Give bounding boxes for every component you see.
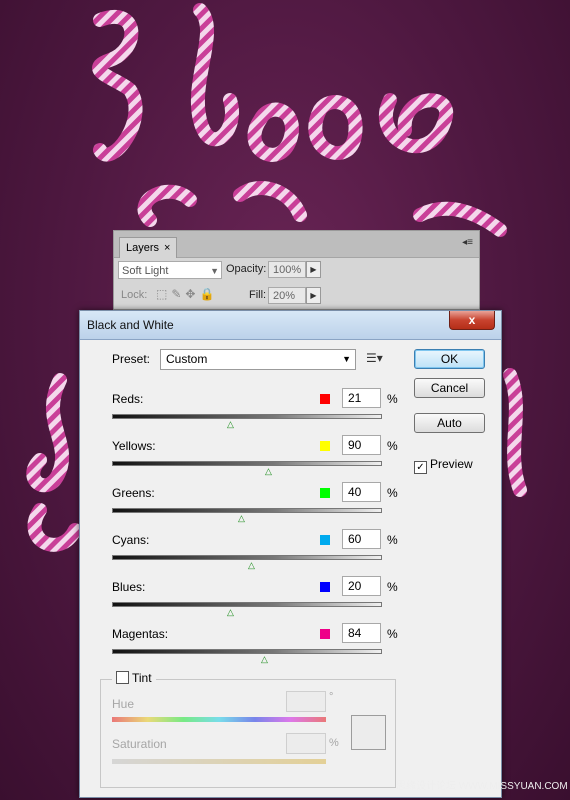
slider-value-field[interactable]: 20 — [342, 576, 381, 596]
panel-menu-icon[interactable]: ◂≡ — [462, 237, 473, 248]
chevron-down-icon: ▼ — [210, 266, 219, 276]
preview-label: Preview — [430, 457, 473, 471]
degree-sign: ° — [329, 691, 334, 703]
percent-sign: % — [387, 486, 398, 500]
preview-check-icon[interactable]: ✓ — [414, 461, 427, 474]
color-swatch — [320, 441, 330, 451]
percent-sign: % — [387, 627, 398, 641]
tint-checkbox[interactable]: Tint — [112, 671, 156, 685]
slider-value-field[interactable]: 60 — [342, 529, 381, 549]
saturation-field[interactable] — [286, 733, 326, 754]
tab-layers-label: Layers — [126, 242, 160, 254]
slider-thumb-icon[interactable]: △ — [227, 608, 234, 617]
layers-panel: Layers × ◂≡ Soft Light ▼ Opacity: 100% ▶ … — [113, 230, 480, 310]
color-swatch — [320, 629, 330, 639]
hue-field[interactable] — [286, 691, 326, 712]
slider-value-field[interactable]: 40 — [342, 482, 381, 502]
slider-value-field[interactable]: 90 — [342, 435, 381, 455]
slider-row: Magentas: 84% △ — [112, 623, 398, 667]
slider-row: Greens: 40% △ — [112, 482, 398, 526]
slider-thumb-icon[interactable]: △ — [248, 561, 255, 570]
preset-options-icon[interactable]: ☰▾ — [366, 351, 383, 365]
ok-button[interactable]: OK — [414, 349, 485, 369]
hue-slider-track[interactable] — [112, 717, 326, 722]
color-swatch — [320, 535, 330, 545]
color-swatch — [320, 394, 330, 404]
preview-checkbox[interactable]: ✓ Preview — [414, 457, 473, 474]
slider-track[interactable] — [112, 602, 382, 607]
fill-stepper-icon[interactable]: ▶ — [306, 287, 321, 304]
slider-track[interactable] — [112, 649, 382, 654]
slider-row: Reds: 21% △ — [112, 388, 398, 432]
lock-label: Lock: — [121, 289, 148, 301]
dialog-title: Black and White — [87, 318, 174, 332]
saturation-label: Saturation — [112, 737, 167, 751]
percent-sign: % — [387, 580, 398, 594]
blend-mode-select[interactable]: Soft Light ▼ — [118, 261, 222, 279]
opacity-stepper-icon[interactable]: ▶ — [306, 261, 321, 278]
slider-track[interactable] — [112, 461, 382, 466]
dialog-titlebar[interactable]: Black and White x — [80, 311, 501, 340]
fill-label: Fill: — [249, 289, 267, 301]
slider-thumb-icon[interactable]: △ — [238, 514, 245, 523]
slider-value-field[interactable]: 21 — [342, 388, 381, 408]
tab-layers[interactable]: Layers × — [119, 237, 178, 258]
opacity-field[interactable]: 100% — [268, 261, 306, 278]
saturation-percent: % — [329, 737, 339, 749]
black-and-white-dialog: Black and White x Preset: Custom ▼ ☰▾ OK… — [79, 310, 502, 798]
preset-select[interactable]: Custom ▼ — [160, 349, 356, 370]
opacity-label: Opacity: — [226, 263, 267, 275]
tint-label: Tint — [132, 671, 152, 685]
percent-sign: % — [387, 439, 398, 453]
percent-sign: % — [387, 533, 398, 547]
auto-button[interactable]: Auto — [414, 413, 485, 433]
close-button[interactable]: x — [449, 311, 495, 330]
color-swatch — [320, 582, 330, 592]
saturation-slider-track[interactable] — [112, 759, 326, 764]
slider-thumb-icon[interactable]: △ — [261, 655, 268, 664]
slider-value-field[interactable]: 84 — [342, 623, 381, 643]
tab-close-icon[interactable]: × — [164, 242, 170, 254]
blend-mode-value: Soft Light — [122, 265, 169, 277]
chevron-down-icon: ▼ — [342, 354, 351, 364]
percent-sign: % — [387, 392, 398, 406]
slider-label: Cyans: — [112, 533, 150, 547]
slider-row: Blues: 20% △ — [112, 576, 398, 620]
tint-color-swatch[interactable] — [351, 715, 386, 750]
slider-row: Cyans: 60% △ — [112, 529, 398, 573]
slider-row: Yellows: 90% △ — [112, 435, 398, 479]
fill-field[interactable]: 20% — [268, 287, 306, 304]
slider-thumb-icon[interactable]: △ — [227, 420, 234, 429]
slider-label: Yellows: — [112, 439, 156, 453]
preset-value: Custom — [166, 352, 208, 366]
cancel-button[interactable]: Cancel — [414, 378, 485, 398]
layers-tabbar: Layers × ◂≡ — [114, 231, 479, 258]
slider-label: Blues: — [112, 580, 146, 594]
slider-thumb-icon[interactable]: △ — [265, 467, 272, 476]
slider-track[interactable] — [112, 414, 382, 419]
watermark-text: 思缘设计论坛 WWW.MISSYUAN.COM — [396, 781, 568, 792]
dialog-body: Preset: Custom ▼ ☰▾ OK Cancel Auto ✓ Prev… — [86, 343, 495, 793]
lock-options-icons[interactable]: ⬚✎✥🔒 — [156, 287, 218, 301]
tint-check-icon[interactable] — [116, 671, 129, 684]
preset-label: Preset: — [112, 352, 151, 366]
slider-label: Greens: — [112, 486, 155, 500]
slider-label: Magentas: — [112, 627, 169, 641]
slider-track[interactable] — [112, 555, 382, 560]
color-swatch — [320, 488, 330, 498]
slider-label: Reds: — [112, 392, 144, 406]
slider-track[interactable] — [112, 508, 382, 513]
hue-label: Hue — [112, 697, 135, 711]
